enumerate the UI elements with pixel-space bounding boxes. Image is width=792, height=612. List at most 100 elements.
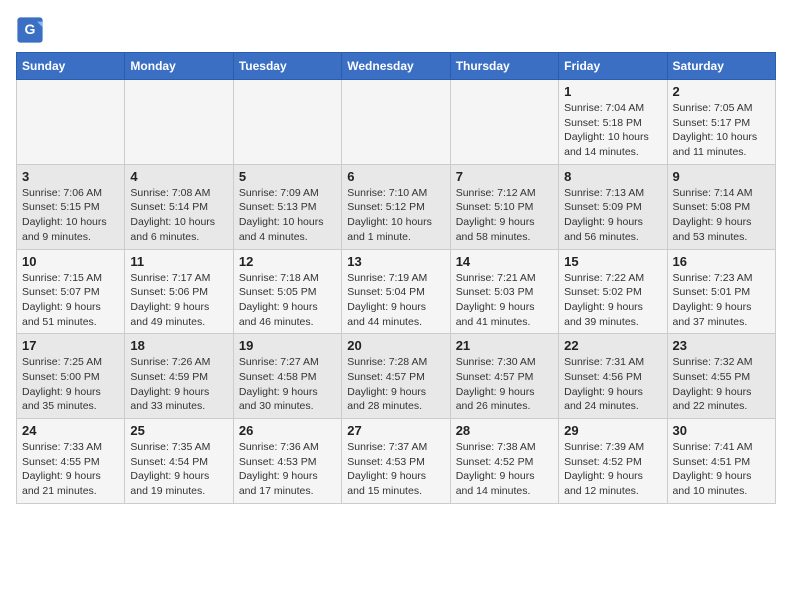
day-info: Sunrise: 7:22 AM Sunset: 5:02 PM Dayligh… <box>564 271 661 330</box>
calendar-cell <box>450 80 558 165</box>
day-info: Sunrise: 7:12 AM Sunset: 5:10 PM Dayligh… <box>456 186 553 245</box>
day-info: Sunrise: 7:23 AM Sunset: 5:01 PM Dayligh… <box>673 271 770 330</box>
week-row-5: 24 Sunrise: 7:33 AM Sunset: 4:55 PM Dayli… <box>17 419 776 504</box>
weekday-header-wednesday: Wednesday <box>342 53 450 80</box>
day-number: 30 <box>673 423 770 438</box>
day-number: 19 <box>239 338 336 353</box>
calendar-cell <box>125 80 233 165</box>
calendar-cell: 29 Sunrise: 7:39 AM Sunset: 4:52 PM Dayli… <box>559 419 667 504</box>
day-number: 10 <box>22 254 119 269</box>
day-info: Sunrise: 7:04 AM Sunset: 5:18 PM Dayligh… <box>564 101 661 160</box>
day-number: 12 <box>239 254 336 269</box>
day-number: 20 <box>347 338 444 353</box>
calendar-table: SundayMondayTuesdayWednesdayThursdayFrid… <box>16 52 776 504</box>
calendar-cell: 20 Sunrise: 7:28 AM Sunset: 4:57 PM Dayli… <box>342 334 450 419</box>
day-number: 27 <box>347 423 444 438</box>
day-info: Sunrise: 7:17 AM Sunset: 5:06 PM Dayligh… <box>130 271 227 330</box>
day-number: 11 <box>130 254 227 269</box>
day-info: Sunrise: 7:30 AM Sunset: 4:57 PM Dayligh… <box>456 355 553 414</box>
day-info: Sunrise: 7:06 AM Sunset: 5:15 PM Dayligh… <box>22 186 119 245</box>
day-info: Sunrise: 7:36 AM Sunset: 4:53 PM Dayligh… <box>239 440 336 499</box>
calendar-cell: 23 Sunrise: 7:32 AM Sunset: 4:55 PM Dayli… <box>667 334 775 419</box>
day-number: 17 <box>22 338 119 353</box>
day-info: Sunrise: 7:10 AM Sunset: 5:12 PM Dayligh… <box>347 186 444 245</box>
calendar-cell: 30 Sunrise: 7:41 AM Sunset: 4:51 PM Dayli… <box>667 419 775 504</box>
day-info: Sunrise: 7:05 AM Sunset: 5:17 PM Dayligh… <box>673 101 770 160</box>
weekday-header-monday: Monday <box>125 53 233 80</box>
page-header: G <box>16 16 776 44</box>
calendar-cell: 18 Sunrise: 7:26 AM Sunset: 4:59 PM Dayli… <box>125 334 233 419</box>
day-number: 18 <box>130 338 227 353</box>
day-number: 9 <box>673 169 770 184</box>
day-info: Sunrise: 7:15 AM Sunset: 5:07 PM Dayligh… <box>22 271 119 330</box>
week-row-2: 3 Sunrise: 7:06 AM Sunset: 5:15 PM Daylig… <box>17 164 776 249</box>
logo: G <box>16 16 46 44</box>
calendar-cell: 2 Sunrise: 7:05 AM Sunset: 5:17 PM Daylig… <box>667 80 775 165</box>
day-number: 26 <box>239 423 336 438</box>
day-number: 22 <box>564 338 661 353</box>
day-number: 23 <box>673 338 770 353</box>
day-info: Sunrise: 7:25 AM Sunset: 5:00 PM Dayligh… <box>22 355 119 414</box>
calendar-cell: 13 Sunrise: 7:19 AM Sunset: 5:04 PM Dayli… <box>342 249 450 334</box>
calendar-cell <box>342 80 450 165</box>
day-info: Sunrise: 7:13 AM Sunset: 5:09 PM Dayligh… <box>564 186 661 245</box>
calendar-cell: 28Sunrise: 7:38 AM Sunset: 4:52 PM Dayli… <box>450 419 558 504</box>
day-info: Sunrise: 7:33 AM Sunset: 4:55 PM Dayligh… <box>22 440 119 499</box>
calendar-cell: 19 Sunrise: 7:27 AM Sunset: 4:58 PM Dayli… <box>233 334 341 419</box>
day-info: Sunrise: 7:32 AM Sunset: 4:55 PM Dayligh… <box>673 355 770 414</box>
weekday-header-friday: Friday <box>559 53 667 80</box>
day-info: Sunrise: 7:19 AM Sunset: 5:04 PM Dayligh… <box>347 271 444 330</box>
day-number: 4 <box>130 169 227 184</box>
weekday-header-tuesday: Tuesday <box>233 53 341 80</box>
calendar-cell: 24 Sunrise: 7:33 AM Sunset: 4:55 PM Dayli… <box>17 419 125 504</box>
calendar-cell: 11 Sunrise: 7:17 AM Sunset: 5:06 PM Dayli… <box>125 249 233 334</box>
calendar-cell <box>233 80 341 165</box>
calendar-cell: 22Sunrise: 7:31 AM Sunset: 4:56 PM Dayli… <box>559 334 667 419</box>
day-number: 3 <box>22 169 119 184</box>
calendar-cell: 26 Sunrise: 7:36 AM Sunset: 4:53 PM Dayli… <box>233 419 341 504</box>
calendar-cell: 27Sunrise: 7:37 AM Sunset: 4:53 PM Dayli… <box>342 419 450 504</box>
day-number: 6 <box>347 169 444 184</box>
day-number: 2 <box>673 84 770 99</box>
calendar-cell: 3 Sunrise: 7:06 AM Sunset: 5:15 PM Daylig… <box>17 164 125 249</box>
calendar-cell: 12 Sunrise: 7:18 AM Sunset: 5:05 PM Dayli… <box>233 249 341 334</box>
day-number: 1 <box>564 84 661 99</box>
calendar-cell: 17 Sunrise: 7:25 AM Sunset: 5:00 PM Dayli… <box>17 334 125 419</box>
day-info: Sunrise: 7:27 AM Sunset: 4:58 PM Dayligh… <box>239 355 336 414</box>
svg-text:G: G <box>25 21 36 37</box>
day-number: 29 <box>564 423 661 438</box>
day-info: Sunrise: 7:38 AM Sunset: 4:52 PM Dayligh… <box>456 440 553 499</box>
calendar-cell: 21 Sunrise: 7:30 AM Sunset: 4:57 PM Dayli… <box>450 334 558 419</box>
day-info: Sunrise: 7:21 AM Sunset: 5:03 PM Dayligh… <box>456 271 553 330</box>
calendar-cell: 14 Sunrise: 7:21 AM Sunset: 5:03 PM Dayli… <box>450 249 558 334</box>
calendar-cell: 1 Sunrise: 7:04 AM Sunset: 5:18 PM Daylig… <box>559 80 667 165</box>
day-info: Sunrise: 7:08 AM Sunset: 5:14 PM Dayligh… <box>130 186 227 245</box>
day-number: 7 <box>456 169 553 184</box>
day-number: 21 <box>456 338 553 353</box>
calendar-cell: 8 Sunrise: 7:13 AM Sunset: 5:09 PM Daylig… <box>559 164 667 249</box>
week-row-4: 17 Sunrise: 7:25 AM Sunset: 5:00 PM Dayli… <box>17 334 776 419</box>
calendar-cell: 4 Sunrise: 7:08 AM Sunset: 5:14 PM Daylig… <box>125 164 233 249</box>
weekday-header-row: SundayMondayTuesdayWednesdayThursdayFrid… <box>17 53 776 80</box>
week-row-1: 1 Sunrise: 7:04 AM Sunset: 5:18 PM Daylig… <box>17 80 776 165</box>
day-number: 14 <box>456 254 553 269</box>
day-number: 5 <box>239 169 336 184</box>
calendar-cell: 9 Sunrise: 7:14 AM Sunset: 5:08 PM Daylig… <box>667 164 775 249</box>
logo-icon: G <box>16 16 44 44</box>
day-info: Sunrise: 7:18 AM Sunset: 5:05 PM Dayligh… <box>239 271 336 330</box>
day-info: Sunrise: 7:26 AM Sunset: 4:59 PM Dayligh… <box>130 355 227 414</box>
day-number: 24 <box>22 423 119 438</box>
day-info: Sunrise: 7:09 AM Sunset: 5:13 PM Dayligh… <box>239 186 336 245</box>
day-info: Sunrise: 7:28 AM Sunset: 4:57 PM Dayligh… <box>347 355 444 414</box>
day-info: Sunrise: 7:14 AM Sunset: 5:08 PM Dayligh… <box>673 186 770 245</box>
week-row-3: 10 Sunrise: 7:15 AM Sunset: 5:07 PM Dayli… <box>17 249 776 334</box>
calendar-cell <box>17 80 125 165</box>
day-number: 16 <box>673 254 770 269</box>
day-info: Sunrise: 7:41 AM Sunset: 4:51 PM Dayligh… <box>673 440 770 499</box>
day-number: 25 <box>130 423 227 438</box>
day-number: 8 <box>564 169 661 184</box>
day-info: Sunrise: 7:39 AM Sunset: 4:52 PM Dayligh… <box>564 440 661 499</box>
weekday-header-thursday: Thursday <box>450 53 558 80</box>
day-number: 13 <box>347 254 444 269</box>
day-info: Sunrise: 7:35 AM Sunset: 4:54 PM Dayligh… <box>130 440 227 499</box>
